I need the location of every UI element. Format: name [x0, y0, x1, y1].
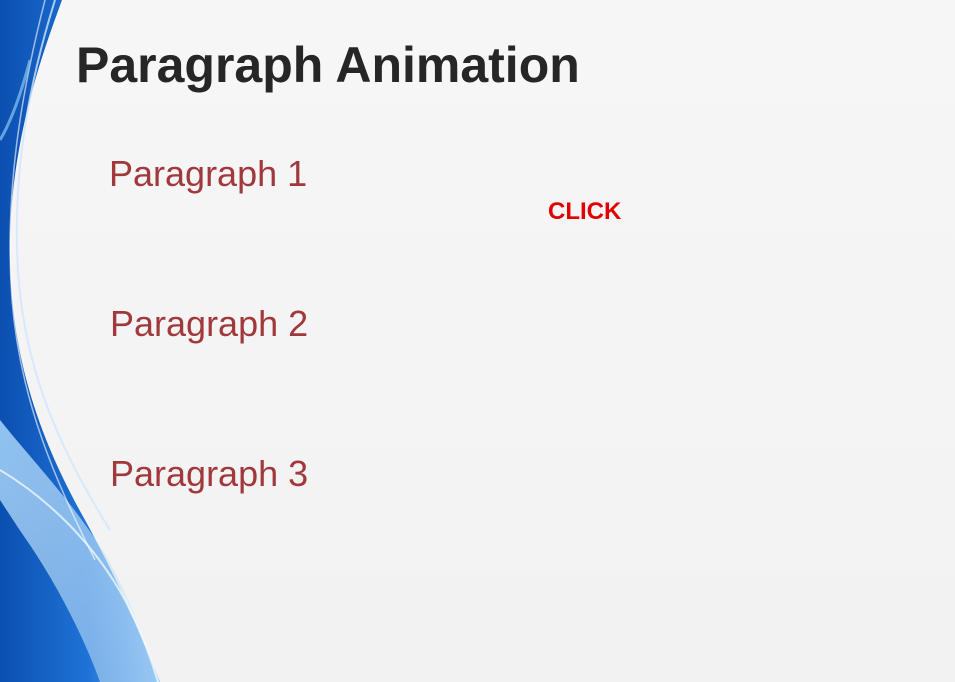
slide-title: Paragraph Animation [76, 37, 580, 93]
paragraph-3: Paragraph 3 [110, 453, 309, 494]
paragraph-2: Paragraph 2 [110, 303, 309, 344]
paragraph-1: Paragraph 1 [109, 153, 308, 194]
slide: Paragraph Animation Paragraph 1 Paragrap… [0, 0, 955, 682]
click-trigger[interactable]: CLICK [548, 198, 621, 226]
